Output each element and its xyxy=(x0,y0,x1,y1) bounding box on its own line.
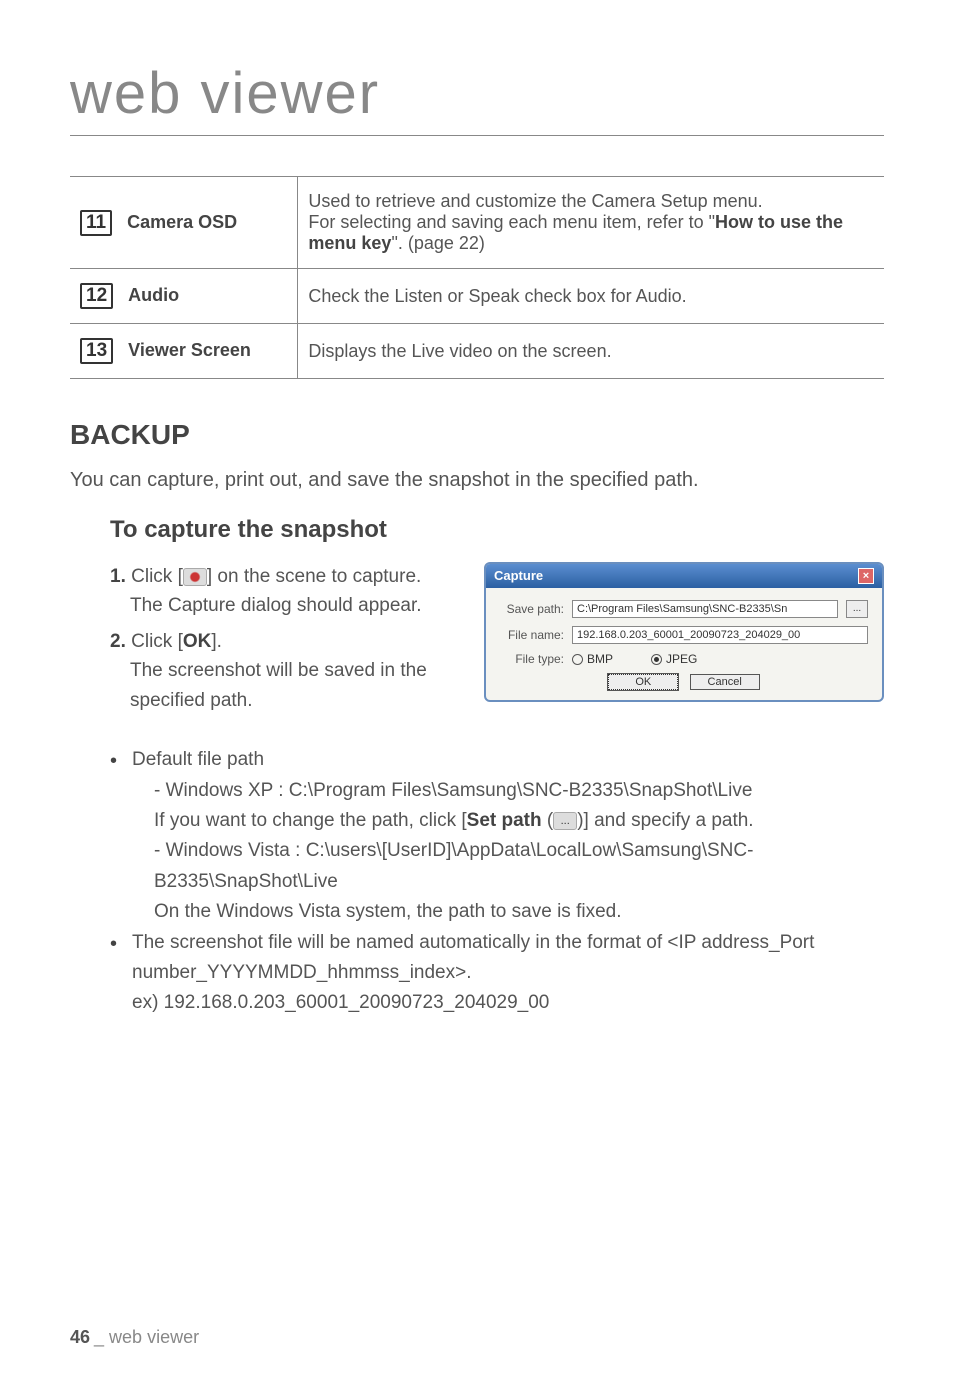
row-desc-line2-prefix: For selecting and saving each menu item,… xyxy=(308,212,715,232)
step-text-post: ]. xyxy=(211,631,222,652)
save-path-label: Save path: xyxy=(500,602,564,616)
bullet-icon xyxy=(110,745,132,927)
radio-icon xyxy=(651,654,662,665)
row-label: Camera OSD xyxy=(127,212,237,232)
dialog-title-text: Capture xyxy=(494,568,543,584)
spec-table: 11 Camera OSD Used to retrieve and custo… xyxy=(70,176,884,379)
bullet-text: The screenshot file will be named automa… xyxy=(132,932,814,983)
sub-text: Windows XP : C:\Program Files\Samsung\SN… xyxy=(166,780,753,801)
radio-icon xyxy=(572,654,583,665)
capture-subheading: To capture the snapshot xyxy=(110,516,884,544)
bullet-icon xyxy=(110,928,132,1019)
table-row: 13 Viewer Screen Displays the Live video… xyxy=(70,324,884,379)
sub-text-mid: ( xyxy=(542,810,554,831)
radio-jpeg-label: JPEG xyxy=(666,652,697,666)
title-rule xyxy=(70,135,884,136)
row-num: 13 xyxy=(80,338,113,364)
row-desc: Displays the Live video on the screen. xyxy=(298,324,884,379)
page-number: 46 xyxy=(70,1327,90,1347)
sub-item: Windows Vista : C:\users\[UserID]\AppDat… xyxy=(154,836,884,927)
row-num: 12 xyxy=(80,283,113,309)
step-number: 2. xyxy=(110,631,126,652)
capture-dialog: Capture × Save path: C:\Program Files\Sa… xyxy=(484,562,884,702)
bullet-item: The screenshot file will be named automa… xyxy=(110,928,884,1019)
dialog-titlebar: Capture × xyxy=(486,564,882,588)
sub-text-post: )] and specify a path. xyxy=(577,810,753,831)
row-desc-line2-suffix: ". (page 22) xyxy=(391,233,484,253)
page-footer: 46_ web viewer xyxy=(70,1327,199,1348)
row-label: Audio xyxy=(128,285,179,305)
backup-intro: You can capture, print out, and save the… xyxy=(70,469,884,492)
sub-text2: On the Windows Vista system, the path to… xyxy=(154,901,621,922)
row-label: Viewer Screen xyxy=(128,340,251,360)
step-text-pre: Click [ xyxy=(131,566,183,587)
row-desc: Check the Listen or Speak check box for … xyxy=(298,269,884,324)
file-name-input[interactable]: 192.168.0.203_60001_20090723_204029_00 xyxy=(572,626,868,644)
browse-button[interactable]: ... xyxy=(846,600,868,618)
step-number: 1. xyxy=(110,566,126,587)
step-text-post: ] on the scene to capture. xyxy=(207,566,421,587)
table-row: 12 Audio Check the Listen or Speak check… xyxy=(70,269,884,324)
bullet-text2: ex) 192.168.0.203_60001_20090723_204029_… xyxy=(132,992,549,1013)
cancel-button[interactable]: Cancel xyxy=(690,674,760,690)
radio-jpeg[interactable]: JPEG xyxy=(651,652,697,666)
table-row: 11 Camera OSD Used to retrieve and custo… xyxy=(70,177,884,269)
capture-icon xyxy=(183,568,207,586)
sub-text-pre: If you want to change the path, click [ xyxy=(154,810,467,831)
bullets: Default file path Windows XP : C:\Progra… xyxy=(110,745,884,1019)
steps-list: 1. Click [ ] on the scene to capture. The… xyxy=(110,562,460,715)
sub-text: Windows Vista : C:\users\[UserID]\AppDat… xyxy=(154,840,753,891)
bullet-item: Default file path Windows XP : C:\Progra… xyxy=(110,745,884,927)
backup-heading: BACKUP xyxy=(70,419,884,451)
ellipsis-icon xyxy=(553,812,577,830)
row-num: 11 xyxy=(80,210,112,236)
file-name-label: File name: xyxy=(500,628,564,642)
step-bold: OK xyxy=(183,631,212,652)
ok-button[interactable]: OK xyxy=(608,674,678,690)
file-type-label: File type: xyxy=(500,652,564,666)
close-icon[interactable]: × xyxy=(858,568,874,584)
step-line2: The screenshot will be saved in the spec… xyxy=(110,656,460,715)
bullet-text: Default file path xyxy=(132,749,264,770)
step-text-pre: Click [ xyxy=(131,631,183,652)
step-line2: The Capture dialog should appear. xyxy=(110,591,422,620)
radio-bmp-label: BMP xyxy=(587,652,613,666)
radio-bmp[interactable]: BMP xyxy=(572,652,613,666)
row-desc-line1: Used to retrieve and customize the Camer… xyxy=(308,191,762,211)
sub-text-bold: Set path xyxy=(467,810,542,831)
sub-item: Windows XP : C:\Program Files\Samsung\SN… xyxy=(154,776,884,837)
step-item: 1. Click [ ] on the scene to capture. The… xyxy=(110,562,460,621)
chapter-title: web viewer xyxy=(70,60,884,135)
step-item: 2. Click [OK]. The screenshot will be sa… xyxy=(110,627,460,715)
footer-label: _ web viewer xyxy=(94,1327,199,1347)
save-path-input[interactable]: C:\Program Files\Samsung\SNC-B2335\Sn xyxy=(572,600,838,618)
